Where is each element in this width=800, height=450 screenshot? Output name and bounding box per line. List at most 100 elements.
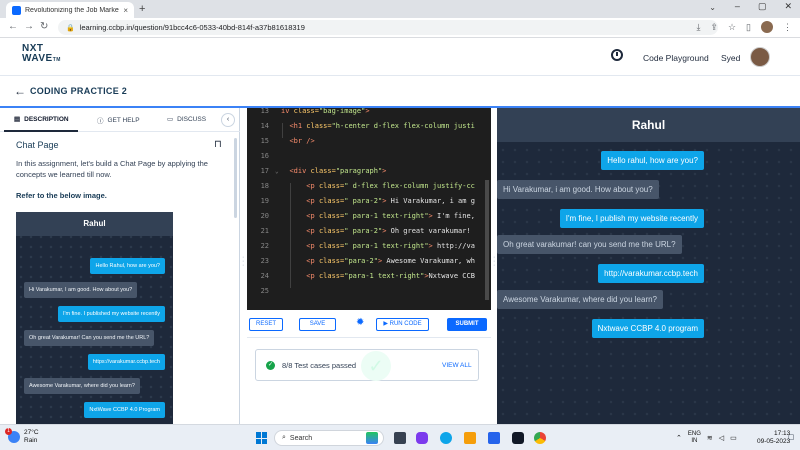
reference-image: Rahul Hello Rahul, how are you? Hi Varak… [16,212,173,424]
nxtwave-logo[interactable]: NXT WAVETM [22,44,61,65]
line-number: 17 [260,167,269,175]
tray-overflow-icon[interactable]: ⌃ [676,434,682,442]
back-arrow-icon[interactable]: ← [14,84,26,98]
left-splitter-handle[interactable]: · · · [242,254,245,270]
new-tab-button[interactable]: + [139,3,145,15]
code-playground-link[interactable]: Code Playground [643,53,709,63]
url-text[interactable]: learning.ccbp.in/question/91bcc4c6-0533-… [80,23,305,32]
volume-icon[interactable]: ◁ [719,434,724,442]
browser-menu-icon[interactable]: ⋮ [783,22,792,33]
line-number: 15 [260,137,269,145]
code-line[interactable]: 16 [247,149,491,164]
line-number: 21 [260,227,269,235]
clock[interactable]: 17:13 09-05-2023 [757,430,790,446]
share-icon[interactable]: ⇪ [710,22,718,33]
media-app-icon[interactable] [512,432,524,444]
lock-icon: 🔒 [66,24,75,32]
weather-widget[interactable]: 1 27°C Rain [5,428,39,445]
timer-icon[interactable] [611,49,623,61]
bookmark-icon[interactable]: ⊓ [214,139,222,150]
profile-avatar[interactable] [761,21,773,33]
run-code-button[interactable]: ▶ RUN CODE [376,318,429,331]
tab-description[interactable]: ▤ DESCRIPTION [14,115,69,124]
language-indicator[interactable]: ENG IN [688,431,701,445]
file-explorer-icon[interactable] [464,432,476,444]
avatar[interactable] [750,47,770,67]
code-line[interactable]: 21 <p class=" para-2"> Oh great varakuma… [247,224,491,239]
mail-icon[interactable] [488,432,500,444]
right-splitter-handle[interactable]: · · · [493,254,496,270]
code-line[interactable]: 17 ⌄ <div class="paragraph"> [247,164,491,179]
code-line[interactable]: 19 <p class=" para-2"> Hi Varakumar, i a… [247,194,491,209]
forward-icon[interactable]: → [24,21,34,32]
bookmark-star-icon[interactable]: ☆ [728,22,736,33]
submit-button[interactable]: SUBMIT [447,318,487,331]
view-all-link[interactable]: VIEW ALL [442,362,472,369]
output-message: Nxtwave CCBP 4.0 program [591,319,704,338]
page-title: CODING PRACTICE 2 [30,86,128,96]
close-tab-icon[interactable]: × [123,6,128,15]
code-line[interactable]: 15 <br /> [247,134,491,149]
test-result-card: ✓ 8/8 Test cases passed ✓ VIEW ALL [255,349,479,381]
output-message: Oh great varakumar! can you send me the … [497,235,682,254]
line-number: 19 [260,197,269,205]
search-highlight-icon[interactable] [366,432,378,444]
user-name[interactable]: Syed [721,53,740,63]
sidebar-icon[interactable]: ▯ [746,22,751,33]
wifi-icon[interactable]: ≋ [707,434,713,442]
code-line[interactable]: 22 <p class=" para-1 text-right"> http:/… [247,239,491,254]
reset-button[interactable]: RESET [249,318,283,331]
favicon-icon [12,5,21,15]
line-number: 23 [260,257,269,265]
output-message: Awesome Varakumar, where did you learn? [497,290,664,309]
tab-discuss[interactable]: ▭ DISCUSS [167,115,206,124]
code-line[interactable]: 25 [247,284,491,299]
tab-get-help[interactable]: ⓘ GET HELP [97,115,140,126]
tab-search-icon[interactable]: ⌄ [709,3,716,12]
window-close-icon[interactable]: ✕ [784,1,792,12]
browser-tab[interactable]: Revolutionizing the Job Market | × [6,2,134,18]
problem-description: In this assignment, let's build a Chat P… [16,159,208,179]
fold-icon[interactable]: ⌄ [275,164,281,179]
reload-icon[interactable]: ↻ [40,21,48,32]
practice-subheader: ← CODING PRACTICE 2 [0,76,800,106]
weather-temp: 27°C [24,429,39,436]
collapse-panel-button[interactable]: ‹ [221,113,235,127]
editor-scrollbar[interactable] [485,180,489,300]
code-line[interactable]: 13 iv class="bag-image"> [247,108,491,119]
windows-start-icon[interactable] [256,432,268,444]
preview-message: Hello Rahul, how are you? [90,258,165,274]
task-view-icon[interactable] [394,432,406,444]
code-line[interactable]: 24 <p class="para-1 text-right">Nxtwave … [247,269,491,284]
download-icon[interactable]: ⤓ [696,22,700,33]
maximize-icon[interactable]: ▢ [758,1,767,12]
code-line[interactable]: 18 <p class=" d-flex flex-column justify… [247,179,491,194]
preview-message: Awesome Varakumar, where did you learn? [24,378,140,394]
problem-title: Chat Page [16,140,59,150]
edge-icon[interactable] [440,432,452,444]
line-number: 14 [260,122,269,130]
chrome-icon[interactable] [534,432,546,444]
url-bar[interactable]: 🔒 learning.ccbp.in/question/91bcc4c6-053… [58,20,718,35]
code-line[interactable]: 20 <p class=" para-1 text-right"> I'm fi… [247,209,491,224]
windows-taskbar: 1 27°C Rain ⌕ Search ⌃ ENG IN ≋ ◁ ▭ 17:13… [0,424,800,450]
search-icon: ⌕ [282,434,286,441]
description-icon: ▤ [14,116,21,123]
teams-chat-icon[interactable] [416,432,428,444]
notification-badge: 1 [5,428,12,435]
back-icon[interactable]: ← [8,21,18,32]
description-scrollbar[interactable] [234,138,237,218]
address-bar-row: ← → ↻ 🔒 learning.ccbp.in/question/91bcc4… [0,18,800,38]
code-line[interactable]: 23 <p class="para-2"> Awesome Varakumar,… [247,254,491,269]
discuss-icon: ▭ [167,116,174,123]
gear-icon[interactable]: ✹ [356,318,366,328]
minimize-icon[interactable]: – [735,1,740,12]
line-number: 22 [260,242,269,250]
editor-toolbar: RESET SAVE ✹ ▶ RUN CODE SUBMIT [247,310,491,338]
code-line[interactable]: 14 <h1 class="h-center d-flex flex-colum… [247,119,491,134]
code-editor[interactable]: 13 iv class="bag-image"> 14 <h1 class="h-c… [247,108,491,310]
notifications-icon[interactable]: ▢ [788,433,795,441]
battery-icon[interactable]: ▭ [730,434,737,442]
line-number: 16 [260,152,269,160]
save-button[interactable]: SAVE [299,318,336,331]
